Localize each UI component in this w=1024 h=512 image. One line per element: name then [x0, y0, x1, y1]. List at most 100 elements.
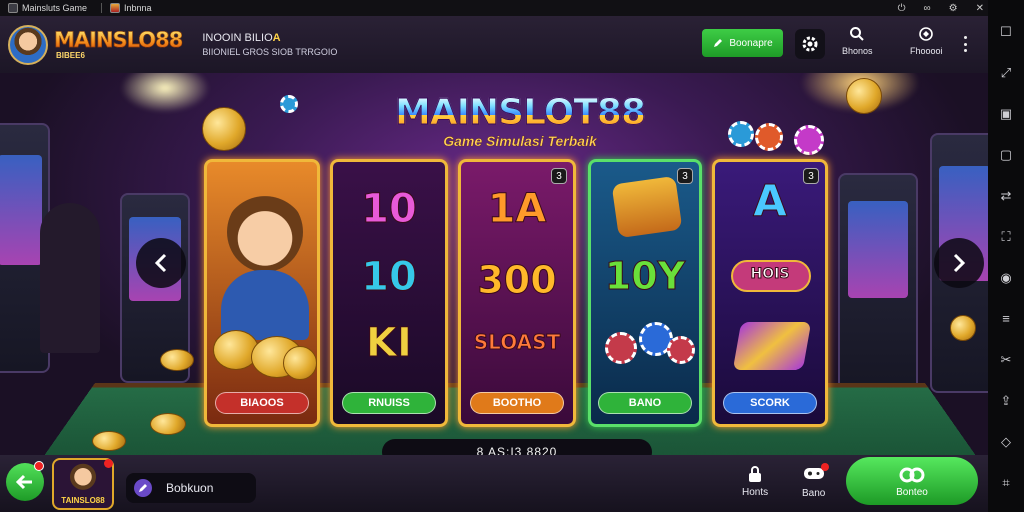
coin	[950, 315, 976, 341]
chevron-right-icon	[953, 253, 966, 273]
pen-icon	[134, 479, 152, 497]
volume-icon[interactable]: ◉	[998, 270, 1014, 286]
slot-card-5[interactable]: 3 A HOIS SCORK	[712, 159, 828, 427]
tab-strip: Mainsluts Game Inbnna	[0, 0, 988, 16]
tab-second-label: Inbnna	[124, 3, 152, 13]
card-3-symbol-3: SLOAST	[473, 330, 561, 355]
bottom-bar: TAINSLO88 Bobkuon Honts Bano Bonteo	[0, 455, 988, 512]
phone-icon[interactable]: ☐	[998, 24, 1014, 40]
bottom-search-label: Bobkuon	[166, 481, 214, 495]
player-silhouette	[40, 203, 100, 353]
header-line-1-accent: A	[272, 32, 281, 44]
more-menu-icon[interactable]	[962, 36, 968, 52]
card-3-symbol-2: 300	[477, 258, 557, 303]
carousel-prev-button[interactable]	[136, 238, 186, 288]
pencil-icon	[714, 39, 723, 47]
settings-button[interactable]	[795, 29, 825, 59]
coin	[846, 78, 882, 114]
arrow-left-icon	[16, 474, 32, 490]
header-line-2: BIIONIEL GROS SIOB TRRGOIO	[202, 47, 338, 57]
card-2-symbol-1: 10	[361, 186, 418, 233]
pin-icon[interactable]: ⌗	[998, 475, 1014, 491]
coin	[92, 431, 126, 451]
character-face	[227, 192, 303, 272]
close-icon[interactable]: ✕	[976, 3, 984, 14]
card-2-symbol-3: KI	[366, 320, 413, 367]
link-icon[interactable]: ∞	[924, 3, 931, 14]
slot-card-1[interactable]: BIAOOS	[204, 159, 320, 427]
chip-stack	[605, 332, 637, 364]
bottom-item-bano[interactable]: Bano	[802, 463, 829, 499]
notification-dot	[820, 463, 829, 471]
card-4-button[interactable]: BANO	[598, 392, 692, 414]
card-4-badge: 3	[677, 168, 693, 184]
slot-card-2[interactable]: 10 10 KI RNUISS	[330, 159, 448, 427]
treasure-box-icon	[611, 175, 683, 239]
app-icon	[8, 3, 18, 13]
bottom-item-label: Bano	[802, 488, 826, 499]
casino-chip	[280, 95, 298, 113]
carousel-next-button[interactable]	[934, 238, 984, 288]
status-text: 8 AS:I3 8820	[382, 439, 652, 455]
notification-dot	[104, 459, 113, 468]
rewards-label: Fhooooi	[910, 46, 943, 56]
fullscreen-icon[interactable]: ⛶	[998, 229, 1014, 245]
thumbnail-label: TAINSLO88	[61, 496, 105, 505]
card-3-badge: 3	[551, 168, 567, 184]
cut-icon[interactable]: ✂	[998, 352, 1014, 368]
bottom-search-field[interactable]: Bobkuon	[126, 473, 256, 503]
card-2-button[interactable]: RNUISS	[342, 392, 436, 414]
search-label: Bhonos	[842, 46, 873, 56]
screenshot-icon[interactable]: ▣	[998, 106, 1014, 122]
card-5-button[interactable]: SCORK	[723, 392, 817, 414]
swap-icon[interactable]: ⇄	[998, 188, 1014, 204]
tab-divider	[101, 3, 103, 13]
card-5-symbol-2: HOIS	[750, 266, 790, 283]
coin	[160, 349, 194, 371]
image-icon	[110, 3, 121, 13]
header-info: INOOIN BILIOA BIIONIEL GROS SIOB TRRGOIO	[202, 32, 337, 57]
card-5-symbol-1: A	[752, 176, 788, 228]
slot-card-4[interactable]: 3 10Y BANO	[588, 159, 702, 427]
card-2-symbol-2: 10	[361, 254, 418, 301]
play-button[interactable]: Bonteo	[846, 457, 978, 505]
settings-icon[interactable]: ⚙	[949, 3, 958, 14]
bottom-item-label: Honts	[742, 487, 769, 498]
tab-main[interactable]: Mainsluts Game	[6, 0, 95, 16]
diamond-icon[interactable]: ◇	[998, 434, 1014, 450]
brand-logo[interactable]: MAINSLO88 BIBEE6	[54, 29, 184, 60]
play-button-label: Bonteo	[896, 486, 928, 498]
power-icon[interactable]: ⏻	[898, 3, 906, 14]
app-header: MAINSLO88 BIBEE6 INOOIN BILIOA BIIONIEL …	[0, 16, 988, 73]
share-icon[interactable]: ⇪	[998, 393, 1014, 409]
notification-dot	[34, 461, 44, 471]
card-3-symbol-1: 1A	[487, 186, 547, 233]
rewards-icon	[919, 27, 934, 41]
infinity-icon	[899, 467, 925, 482]
logo-subtext: BIBEE6	[56, 50, 85, 60]
tab-main-label: Mainsluts Game	[22, 3, 88, 13]
tab-second[interactable]: Inbnna	[108, 0, 160, 16]
header-action-button[interactable]: Boonapre	[702, 29, 783, 57]
search-button[interactable]: Bhonos	[842, 26, 873, 56]
chevron-left-icon	[154, 253, 167, 273]
chip-stack	[667, 336, 695, 364]
system-sidebar: ☐ ⤢ ▣ ▢ ⇄ ⛶ ◉ ≡ ✂ ⇪ ◇ ⌗ ⤡	[988, 0, 1024, 512]
card-1-button[interactable]: BIAOOS	[215, 392, 309, 414]
header-action-label: Boonapre	[729, 37, 773, 49]
header-line-1: INOOIN BILIOA	[202, 32, 337, 44]
coin-pile	[283, 346, 317, 380]
menu-icon[interactable]: ≡	[998, 311, 1014, 327]
spotlight	[120, 73, 210, 113]
slot-card-3[interactable]: 3 1A 300 SLOAST BOOTHO	[458, 159, 576, 427]
card-3-button[interactable]: BOOTHO	[470, 392, 564, 414]
rewards-button[interactable]: Fhooooi	[910, 26, 943, 56]
lock-icon	[749, 466, 762, 482]
bottom-item-honts[interactable]: Honts	[742, 465, 768, 498]
rotate-icon[interactable]: ⤢	[998, 65, 1014, 81]
game-title: MAINSLOT88	[380, 94, 660, 131]
search-icon	[850, 27, 864, 41]
avatar[interactable]	[8, 24, 48, 65]
square-icon[interactable]: ▢	[998, 147, 1014, 163]
header-line-1-text: INOOIN BILIO	[202, 32, 273, 44]
